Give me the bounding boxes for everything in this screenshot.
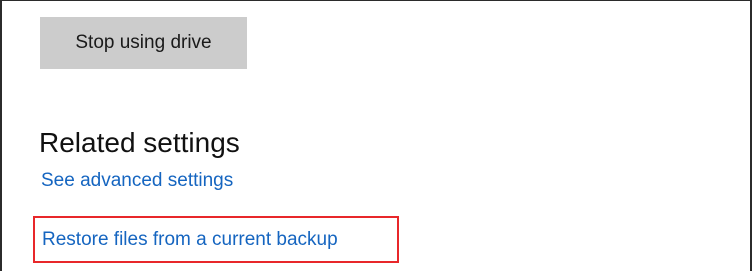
settings-panel: Stop using drive Related settings See ad… [0,0,752,271]
related-settings-heading: Related settings [39,127,240,158]
restore-files-link[interactable]: Restore files from a current backup [42,228,338,252]
restore-link-highlight: Restore files from a current backup [33,216,399,263]
see-advanced-settings-link[interactable]: See advanced settings [41,169,233,193]
stop-using-drive-button[interactable]: Stop using drive [40,17,247,69]
